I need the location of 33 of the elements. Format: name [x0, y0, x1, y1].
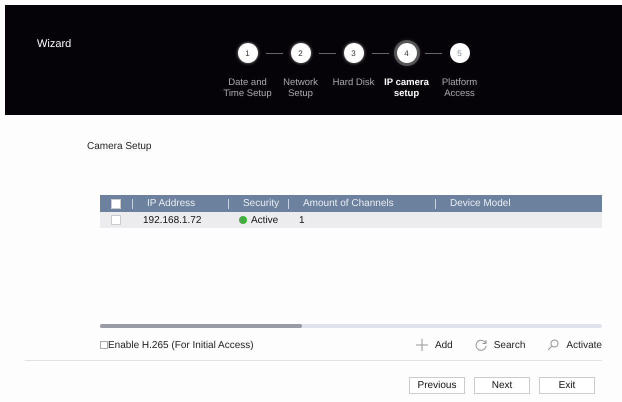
table-row[interactable]: 192.168.1.72 Active 1 — [100, 212, 602, 228]
search-button[interactable]: Search — [474, 339, 526, 351]
table-cell: 1 — [299, 214, 305, 226]
step-label: Network Setup — [282, 77, 319, 99]
step-label: Platform Access — [440, 77, 478, 99]
h265-checkbox[interactable]: Enable H.265 (For Initial Access) — [100, 340, 254, 350]
step-circle: 4 — [396, 43, 416, 63]
activate-button[interactable]: Activate — [547, 339, 602, 351]
step-label: IP camera setup — [383, 77, 430, 99]
select-all-checkbox[interactable] — [111, 198, 121, 208]
dialog-button[interactable]: Exit — [539, 377, 595, 394]
scrollbar-thumb[interactable] — [100, 324, 302, 328]
plus-icon — [416, 339, 428, 351]
step-label: Date and Time Setup — [222, 77, 273, 99]
table-cell: Active — [251, 214, 278, 226]
step-circle: 1 — [238, 43, 258, 63]
column-header: Amount of Channels — [303, 198, 394, 209]
table-cell: 192.168.1.72 — [143, 214, 202, 226]
dialog-button[interactable]: Next — [474, 377, 530, 394]
window-title: Wizard — [37, 38, 72, 50]
step-circle: 2 — [290, 43, 310, 63]
column-header: IP Address — [147, 198, 196, 209]
checkbox-icon[interactable] — [100, 341, 108, 349]
column-header: Security — [243, 198, 280, 209]
step-label: Hard Disk — [332, 77, 376, 88]
dialog-button[interactable]: Previous — [409, 377, 465, 394]
row-checkbox[interactable] — [111, 215, 121, 225]
refresh-icon — [474, 339, 487, 351]
column-header: Device Model — [450, 198, 511, 209]
step-circle: 3 — [344, 43, 364, 63]
section-title: Camera Setup — [87, 141, 152, 152]
add-button[interactable]: Add — [416, 339, 453, 351]
step-circle: 5 — [450, 43, 470, 63]
